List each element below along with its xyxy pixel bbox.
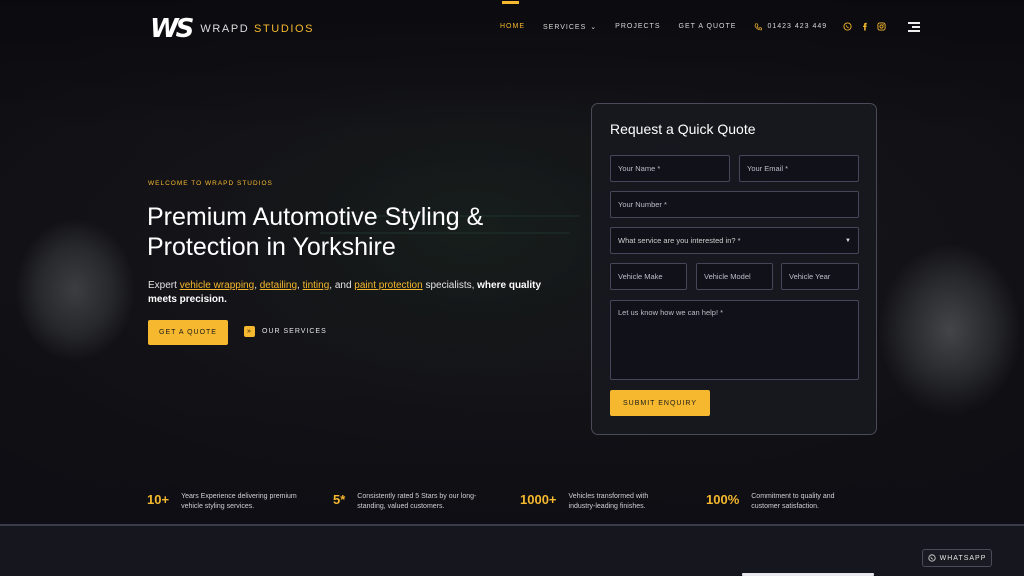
caret-down-icon: ▼ (845, 237, 851, 244)
stat-description: Vehicles transformed with industry-leadi… (568, 493, 649, 510)
email-field[interactable] (739, 155, 859, 182)
hero-title-line1: Premium Automotive Styling & (147, 203, 484, 231)
stat-value: 10+ (147, 492, 170, 507)
whatsapp-label: WHATSAPP (939, 554, 987, 562)
nav-item-home[interactable]: HOME (500, 1, 525, 30)
vehicle-model-field[interactable] (696, 263, 773, 290)
our-services-label: OUR SERVICES (262, 328, 327, 335)
nav-item-get-a-quote[interactable]: GET A QUOTE (679, 23, 737, 30)
menu-icon[interactable] (908, 22, 921, 32)
stat-item: 1000+ Vehicles transformed with industry… (520, 492, 669, 512)
nav-item-label: SERVICES (543, 23, 587, 31)
nav-item-services[interactable]: SERVICES ⌄ (543, 23, 597, 31)
stat-value: 5* (333, 492, 346, 507)
service-select-value: What service are you interested in? * (618, 236, 741, 245)
vehicle-make-field[interactable] (610, 263, 687, 290)
next-section (0, 526, 1024, 576)
social-links (843, 22, 886, 31)
instagram-icon[interactable] (877, 22, 886, 31)
logo-mark: WS (150, 14, 194, 44)
link-paint-protection[interactable]: paint protection (354, 280, 422, 291)
phone-field[interactable] (610, 191, 859, 218)
phone-number: 01423 423 449 (767, 23, 828, 30)
service-select[interactable]: What service are you interested in? * ▼ (610, 227, 859, 254)
facebook-icon[interactable] (860, 22, 869, 31)
message-field[interactable] (610, 300, 859, 380)
double-chevron-right-icon: » (244, 326, 255, 337)
get-a-quote-button[interactable]: GET A QUOTE (148, 320, 228, 345)
stat-value: 100% (706, 492, 740, 507)
name-field[interactable] (610, 155, 730, 182)
stat-value: 1000+ (520, 492, 557, 507)
phone-link[interactable]: 01423 423 449 (754, 22, 828, 31)
phone-icon (755, 22, 763, 30)
main-nav: HOME SERVICES ⌄ PROJECTS GET A QUOTE 0142… (500, 1, 921, 32)
hero-sub-text: specialists, (422, 280, 478, 291)
hero-title-line2: Protection in Yorkshire (147, 233, 396, 261)
stat-description: Commitment to quality and customer satis… (751, 493, 835, 510)
logo[interactable]: WS WRAPD STUDIOS (150, 14, 314, 44)
logo-name-main: WRAPD (200, 23, 250, 35)
site-header: WS WRAPD STUDIOS HOME SERVICES ⌄ PROJECTS… (0, 0, 1024, 56)
hero-sub-text: , and (329, 280, 355, 291)
stat-item: 10+ Years Experience delivering premium … (147, 492, 306, 512)
stat-item: 5* Consistently rated 5 Stars by our lon… (333, 492, 482, 512)
submit-enquiry-button[interactable]: SUBMIT ENQUIRY (610, 390, 710, 416)
link-vehicle-wrapping[interactable]: vehicle wrapping (180, 280, 255, 291)
vehicle-year-field[interactable] (781, 263, 859, 290)
stat-description: Consistently rated 5 Stars by our long-s… (357, 493, 477, 510)
chevron-down-icon: ⌄ (590, 23, 598, 31)
hero-title: Premium Automotive Styling & Protection … (147, 202, 567, 262)
quote-form-title: Request a Quick Quote (610, 121, 756, 137)
hero-eyebrow: WELCOME TO WRAPD STUDIOS (148, 180, 273, 187)
hero-sub-text: Expert (148, 280, 180, 291)
link-tinting[interactable]: tinting (303, 280, 330, 291)
our-services-button[interactable]: » OUR SERVICES (244, 326, 327, 337)
whatsapp-button[interactable]: WHATSAPP (922, 549, 992, 567)
whatsapp-icon (928, 554, 936, 562)
logo-text: WRAPD STUDIOS (200, 23, 314, 35)
quote-form-card: Request a Quick Quote What service are y… (591, 103, 877, 435)
logo-name-accent: STUDIOS (254, 23, 315, 35)
stat-description: Years Experience delivering premium vehi… (181, 493, 297, 510)
whatsapp-icon[interactable] (843, 22, 852, 31)
stat-item: 100% Commitment to quality and customer … (706, 492, 851, 512)
nav-item-projects[interactable]: PROJECTS (615, 23, 660, 30)
link-detailing[interactable]: detailing (260, 280, 297, 291)
hero-subtitle: Expert vehicle wrapping, detailing, tint… (148, 279, 558, 307)
